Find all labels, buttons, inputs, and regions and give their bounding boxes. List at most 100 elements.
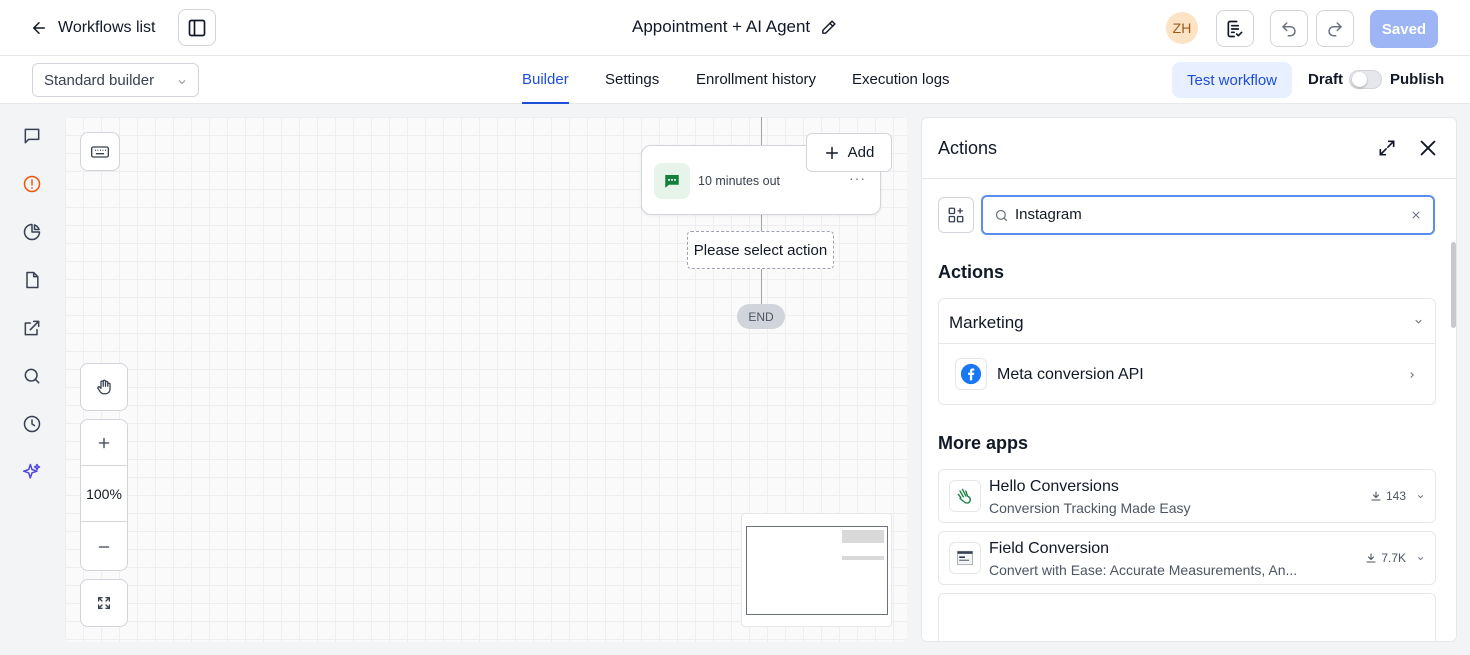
- chat-icon[interactable]: [21, 125, 43, 147]
- tab-builder[interactable]: Builder: [522, 71, 569, 104]
- panel-left-icon: [187, 18, 207, 38]
- undo-button[interactable]: [1270, 10, 1308, 47]
- pan-tool-button[interactable]: [80, 363, 128, 411]
- chevron-down-icon: [1416, 554, 1425, 563]
- left-rail: [0, 104, 64, 655]
- fit-view-button[interactable]: [80, 579, 128, 627]
- connector-line: [761, 269, 762, 304]
- expand-icon[interactable]: [1377, 138, 1397, 158]
- external-link-icon[interactable]: [21, 317, 43, 339]
- notes-button[interactable]: [1216, 10, 1254, 47]
- minus-icon: [97, 540, 111, 554]
- field-conversion-logo-icon: [949, 542, 981, 574]
- app-description: Convert with Ease: Accurate Measurements…: [989, 562, 1298, 578]
- item-label: Meta conversion API: [997, 366, 1144, 383]
- facebook-icon: [955, 358, 987, 390]
- document-icon[interactable]: [21, 269, 43, 291]
- builder-type-select[interactable]: Standard builder: [32, 63, 199, 97]
- marketing-group: Marketing Meta conversion API: [938, 298, 1436, 405]
- categories-button[interactable]: [938, 197, 974, 233]
- chevron-down-icon: [1413, 316, 1424, 327]
- panel-scrollbar[interactable]: [1451, 242, 1456, 328]
- tab-settings[interactable]: Settings: [605, 71, 659, 104]
- app-row-partial[interactable]: [938, 593, 1436, 641]
- zoom-out-button[interactable]: [81, 523, 127, 570]
- builder-type-value: Standard builder: [44, 71, 155, 89]
- fullscreen-icon: [96, 595, 112, 611]
- end-marker: END: [737, 304, 785, 329]
- publish-label: Publish: [1390, 71, 1445, 88]
- chevron-down-icon: [176, 76, 188, 88]
- more-horizontal-icon[interactable]: ···: [849, 170, 866, 186]
- minimap-node: [842, 556, 884, 560]
- close-icon[interactable]: [1417, 137, 1439, 159]
- sms-message-icon: [654, 163, 690, 199]
- undo-icon: [1280, 20, 1298, 38]
- connector-line: [761, 215, 762, 231]
- clipboard-check-icon: [1225, 19, 1245, 39]
- grid-icon: [947, 206, 965, 224]
- saved-button[interactable]: Saved: [1370, 10, 1438, 48]
- download-count-value: 143: [1385, 489, 1406, 503]
- plus-icon: [824, 145, 840, 161]
- keyboard-shortcuts-button[interactable]: [80, 132, 120, 171]
- workflow-title: Appointment + AI Agent: [632, 17, 837, 37]
- chevron-down-icon: [1416, 492, 1425, 501]
- app-description: Conversion Tracking Made Easy: [989, 500, 1191, 516]
- back-label: Workflows list: [58, 19, 156, 36]
- draft-label: Draft: [1308, 71, 1344, 88]
- download-icon: [1370, 490, 1382, 502]
- clear-search-icon[interactable]: [1411, 210, 1421, 220]
- marketing-group-header[interactable]: Marketing: [939, 299, 1435, 344]
- app-name: Hello Conversions: [989, 478, 1119, 495]
- arrow-left-icon: [30, 19, 48, 37]
- user-avatar[interactable]: ZH: [1166, 12, 1198, 44]
- tab-enrollment-history[interactable]: Enrollment history: [696, 71, 816, 104]
- connector-line: [761, 117, 762, 145]
- workflow-canvas[interactable]: 10 minutes out ··· Add Please select act…: [65, 117, 907, 642]
- minimap[interactable]: [741, 513, 892, 627]
- download-count-value: 7.7K: [1381, 551, 1406, 565]
- hand-icon: [95, 378, 113, 396]
- download-count: 143: [1370, 489, 1425, 503]
- search-input[interactable]: [1015, 206, 1395, 223]
- zoom-level: 100%: [81, 467, 127, 522]
- search-icon[interactable]: [21, 365, 43, 387]
- app-row-field-conversion[interactable]: Field Conversion Convert with Ease: Accu…: [938, 531, 1436, 585]
- pie-chart-icon[interactable]: [21, 221, 43, 243]
- actions-heading: Actions: [938, 262, 1005, 282]
- add-label: Add: [847, 144, 875, 161]
- panel-header: Actions: [922, 118, 1456, 179]
- minimap-node: [842, 530, 884, 543]
- sparkles-icon[interactable]: [21, 461, 43, 483]
- pencil-icon[interactable]: [820, 19, 837, 36]
- more-apps-heading: More apps: [938, 433, 1029, 453]
- tab-execution-logs[interactable]: Execution logs: [852, 71, 950, 104]
- zoom-controls: 100%: [80, 419, 128, 571]
- panel-title: Actions: [938, 138, 998, 158]
- back-to-workflows-link[interactable]: Workflows list: [30, 14, 156, 42]
- search-box: [981, 195, 1435, 235]
- sidebar-toggle-button[interactable]: [178, 9, 216, 46]
- workflow-title-text: Appointment + AI Agent: [632, 17, 811, 36]
- keyboard-icon: [90, 142, 110, 162]
- actions-panel: Actions Actions Marketing: [921, 117, 1457, 642]
- builder-toolbar: Standard builder Builder Settings Enroll…: [0, 56, 1470, 104]
- publish-toggle[interactable]: [1349, 70, 1382, 89]
- hand-wave-logo-icon: [949, 480, 981, 512]
- download-icon: [1365, 552, 1377, 564]
- select-action-placeholder[interactable]: Please select action: [687, 231, 834, 269]
- toggle-knob: [1352, 72, 1367, 87]
- test-workflow-button[interactable]: Test workflow: [1172, 62, 1292, 98]
- redo-button[interactable]: [1316, 10, 1354, 47]
- history-icon[interactable]: [21, 413, 43, 435]
- app-name: Field Conversion: [989, 540, 1110, 557]
- add-node-button[interactable]: Add: [806, 133, 892, 172]
- plus-icon: [97, 436, 111, 450]
- download-count: 7.7K: [1365, 551, 1425, 565]
- alert-icon[interactable]: [21, 173, 43, 195]
- app-row-hello-conversions[interactable]: Hello Conversions Conversion Tracking Ma…: [938, 469, 1436, 523]
- zoom-in-button[interactable]: [81, 420, 127, 466]
- search-icon: [994, 208, 1009, 223]
- meta-conversion-api-item[interactable]: Meta conversion API: [939, 345, 1435, 404]
